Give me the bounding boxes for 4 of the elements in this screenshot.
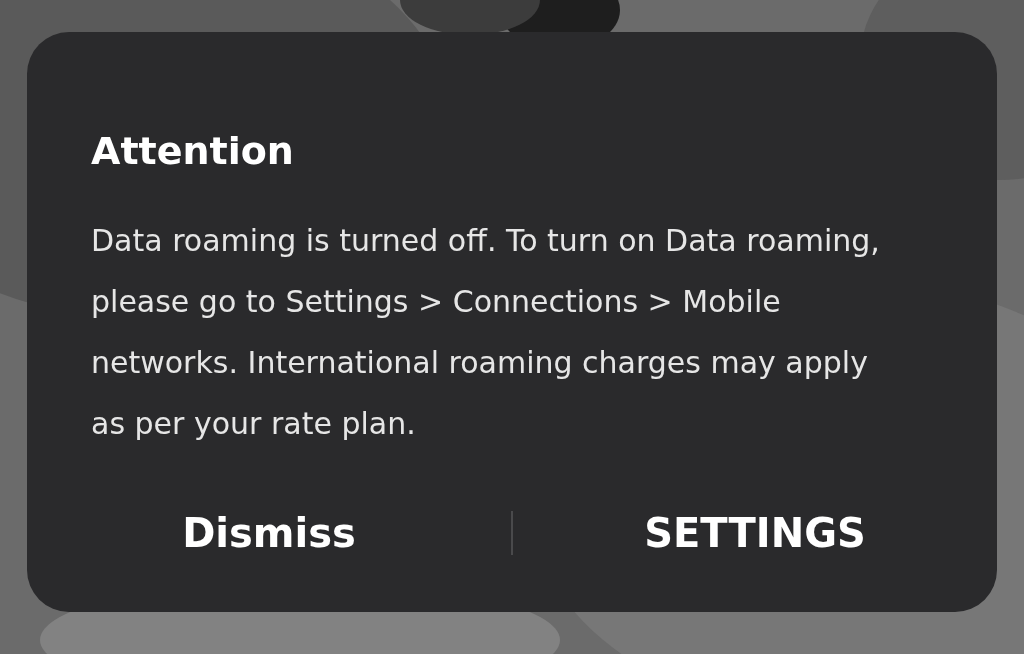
- dismiss-button[interactable]: Dismiss: [27, 500, 511, 566]
- dialog-message: Data roaming is turned off. To turn on Data roaming, please go to Settings > Connections > Mobile networks. International roaming charges may apply as per your rate plan.: [91, 222, 881, 443]
- settings-button[interactable]: SETTINGS: [513, 500, 997, 566]
- dialog-title: Attention: [91, 132, 294, 170]
